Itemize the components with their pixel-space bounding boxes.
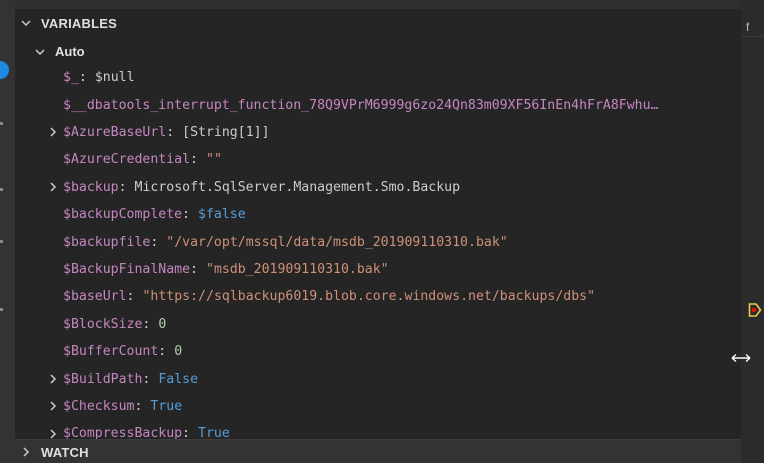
activity-active-indicator[interactable] — [0, 61, 9, 79]
chevron-right-icon — [19, 446, 33, 458]
editor-tab-fragment[interactable]: f — [746, 20, 749, 34]
variable-name: $_ — [63, 70, 79, 86]
variable-value: [String[1]] — [182, 124, 270, 140]
variable-name: $backupComplete — [63, 207, 183, 223]
chevron-right-icon[interactable] — [46, 126, 60, 138]
variable-name: $Checksum — [63, 398, 135, 414]
variable-value: 0 — [174, 344, 183, 360]
chevron-right-icon[interactable] — [46, 428, 60, 439]
variable-name: $baseUrl — [63, 289, 127, 305]
variable-value: Microsoft.SqlServer.Management.Smo.Backu… — [134, 179, 461, 195]
variable-value: $null — [94, 70, 135, 86]
name-value-separator: : — [118, 179, 127, 195]
variable-row[interactable]: $AzureBaseUrl: [String[1]] — [15, 119, 741, 146]
variable-name: $__dbatools_interrupt_function_78Q9VPrM6… — [63, 97, 659, 113]
variable-row[interactable]: $backup: Microsoft.SqlServer.Management.S… — [15, 174, 741, 201]
variable-name: $CompressBackup — [63, 426, 183, 439]
name-value-separator: : — [126, 289, 135, 305]
variable-value: "https://sqlbackup6019.blob.core.windows… — [142, 289, 596, 305]
variable-value: "/var/opt/mssql/data/msdb_201909110310.b… — [166, 234, 508, 250]
variable-name: $AzureCredential — [63, 152, 191, 168]
variables-list: $_: $null $__dbatools_interrupt_function_7… — [15, 64, 741, 439]
variable-name: $backupfile — [63, 234, 151, 250]
resize-cursor-icon — [731, 353, 751, 363]
panel-top-strip — [15, 0, 741, 9]
scope-auto[interactable]: Auto — [15, 37, 741, 66]
name-value-separator: : — [190, 261, 198, 277]
editor-gutter[interactable] — [741, 0, 764, 463]
watch-section-title: WATCH — [41, 444, 89, 460]
variable-row[interactable]: $CompressBackup: True — [15, 420, 741, 439]
variable-row[interactable]: $backupComplete: $false — [15, 201, 741, 228]
name-value-separator: : — [190, 152, 198, 168]
chevron-right-icon[interactable] — [46, 400, 60, 412]
name-value-separator: : — [142, 316, 151, 332]
debug-sidebar: VARIABLES Auto $_: $null $__dbatools_inter… — [15, 0, 741, 463]
variable-value: True — [150, 398, 183, 414]
activity-icon[interactable] — [0, 122, 3, 125]
variable-row[interactable]: $__dbatools_interrupt_function_78Q9VPrM6… — [15, 91, 741, 118]
name-value-separator: : — [134, 398, 143, 414]
variable-name: $backup — [63, 179, 119, 195]
name-value-separator: : — [166, 124, 175, 140]
watch-section-header[interactable]: WATCH — [15, 439, 741, 463]
name-value-separator: : — [142, 371, 151, 387]
variable-row[interactable]: $AzureCredential: "" — [15, 146, 741, 173]
variables-section-title: VARIABLES — [41, 15, 117, 31]
variable-value: $false — [198, 207, 246, 223]
activity-icon[interactable] — [0, 240, 3, 243]
variable-row[interactable]: $Checksum: True — [15, 393, 741, 420]
variable-value: True — [198, 426, 230, 439]
name-value-separator: : — [182, 426, 191, 439]
name-value-separator: : — [182, 207, 191, 223]
activity-icon[interactable] — [0, 188, 3, 191]
variable-row[interactable]: $BufferCount:0 — [15, 338, 741, 365]
variable-name: $BufferCount — [63, 344, 159, 360]
chevron-down-icon — [19, 17, 33, 29]
variable-value: "msdb_201909110310.bak" — [206, 261, 389, 277]
breakpoint-arrow-icon[interactable] — [748, 302, 762, 318]
variable-name: $BuildPath — [63, 371, 143, 387]
name-value-separator: : — [78, 70, 87, 86]
variable-name: $AzureBaseUrl — [63, 124, 167, 140]
variable-row[interactable]: $BuildPath: False — [15, 365, 741, 392]
name-value-separator: : — [150, 234, 159, 250]
activity-bar — [0, 0, 15, 463]
chevron-right-icon[interactable] — [46, 373, 60, 385]
variable-row[interactable]: $BlockSize:0 — [15, 311, 741, 338]
variable-row[interactable]: $_: $null — [15, 64, 741, 91]
variable-value: 0 — [158, 316, 167, 332]
scope-label: Auto — [55, 44, 85, 59]
variable-row[interactable]: $backupfile: "/var/opt/mssql/data/msdb_20… — [15, 228, 741, 255]
variable-value: False — [158, 371, 199, 387]
chevron-down-icon — [33, 46, 47, 58]
variable-row[interactable]: $baseUrl: "https://sqlbackup6019.blob.cor… — [15, 283, 741, 310]
variables-section-header[interactable]: VARIABLES — [15, 9, 741, 37]
name-value-separator: : — [158, 344, 167, 360]
variable-name: $BlockSize — [63, 316, 143, 332]
variable-row[interactable]: $BackupFinalName: "msdb_201909110310.bak" — [15, 256, 741, 283]
variable-value: "" — [206, 152, 222, 168]
chevron-right-icon[interactable] — [46, 181, 60, 193]
variable-name: $BackupFinalName — [63, 261, 191, 277]
editor-tab-divider — [741, 36, 764, 37]
activity-icon[interactable] — [0, 308, 3, 311]
